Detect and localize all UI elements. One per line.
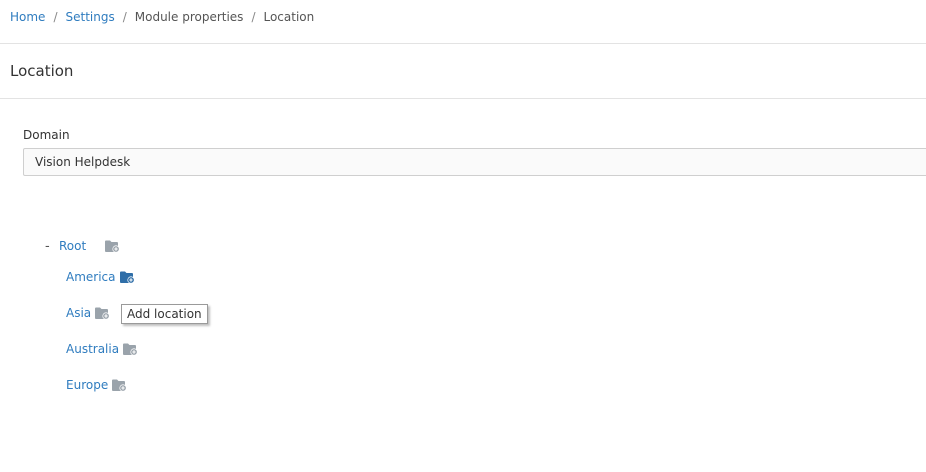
breadcrumb-separator: / — [122, 10, 127, 24]
collapse-toggle[interactable]: - — [45, 239, 55, 254]
add-folder-icon[interactable] — [95, 307, 110, 320]
breadcrumb-separator: / — [53, 10, 58, 24]
add-folder-icon[interactable] — [119, 271, 135, 284]
tree-node-label[interactable]: Europe — [66, 378, 108, 392]
domain-label: Domain — [23, 128, 70, 142]
tree-node-asia: Asia — [66, 304, 110, 322]
divider — [0, 98, 926, 99]
breadcrumb-module-properties: Module properties — [134, 10, 244, 24]
tooltip: Add location — [121, 304, 208, 324]
add-folder-icon[interactable] — [105, 240, 120, 253]
tree-node-root: - Root — [45, 237, 120, 255]
breadcrumb-separator: / — [251, 10, 256, 24]
tree-node-label[interactable]: Asia — [66, 306, 91, 320]
page-title: Location — [10, 62, 74, 80]
breadcrumb-settings-link[interactable]: Settings — [65, 10, 114, 24]
tree-node-label[interactable]: Australia — [66, 342, 119, 356]
tree-node-label[interactable]: America — [66, 270, 116, 284]
domain-select[interactable]: Vision Helpdesk — [23, 148, 926, 176]
tree-node-label[interactable]: Root — [59, 239, 86, 253]
location-tree: - Root America Asia Australia Europe — [0, 0, 926, 472]
divider — [0, 43, 926, 44]
tree-node-australia: Australia — [66, 340, 138, 358]
add-folder-icon[interactable] — [112, 379, 127, 392]
breadcrumb-home-link[interactable]: Home — [10, 10, 45, 24]
breadcrumb: Home / Settings / Module properties / Location — [10, 10, 314, 26]
breadcrumb-current: Location — [263, 10, 315, 24]
add-folder-icon[interactable] — [123, 343, 138, 356]
tree-node-europe: Europe — [66, 376, 127, 394]
tree-node-america: America — [66, 268, 135, 286]
